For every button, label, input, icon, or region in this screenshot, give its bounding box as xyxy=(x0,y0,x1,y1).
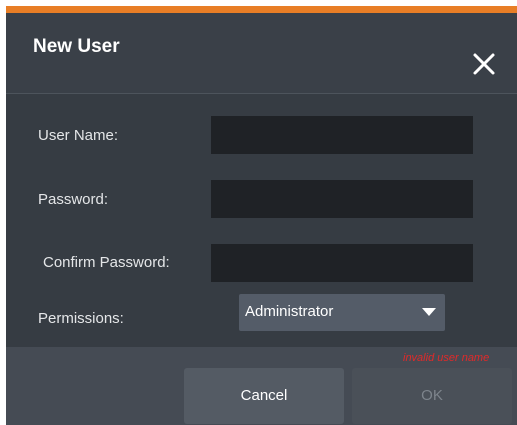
cancel-button[interactable]: Cancel xyxy=(184,368,344,424)
close-icon xyxy=(473,53,495,75)
confirm-password-input[interactable] xyxy=(211,244,473,282)
dropdown-arrow-icon xyxy=(422,308,436,316)
permissions-selected-value: Administrator xyxy=(245,303,334,320)
username-label: User Name: xyxy=(38,127,119,144)
close-button[interactable] xyxy=(469,49,501,81)
new-user-dialog: New User User Name: Password: Confirm Pa… xyxy=(6,6,517,425)
confirm-password-label: Confirm Password: xyxy=(43,254,170,271)
dialog-footer: invalid user name Cancel OK xyxy=(6,347,517,425)
error-message: invalid user name xyxy=(403,352,490,364)
permissions-label: Permissions: xyxy=(38,310,124,327)
dialog-body: User Name: Password: Confirm Password: P… xyxy=(6,94,517,347)
password-label: Password: xyxy=(38,191,109,208)
username-input[interactable] xyxy=(211,116,473,154)
dialog-titlebar: New User xyxy=(6,13,517,94)
password-input[interactable] xyxy=(211,180,473,218)
accent-bar xyxy=(6,6,517,13)
ok-button[interactable]: OK xyxy=(352,368,512,424)
permissions-select[interactable]: Administrator xyxy=(239,294,445,331)
dialog-title: New User xyxy=(33,36,120,57)
